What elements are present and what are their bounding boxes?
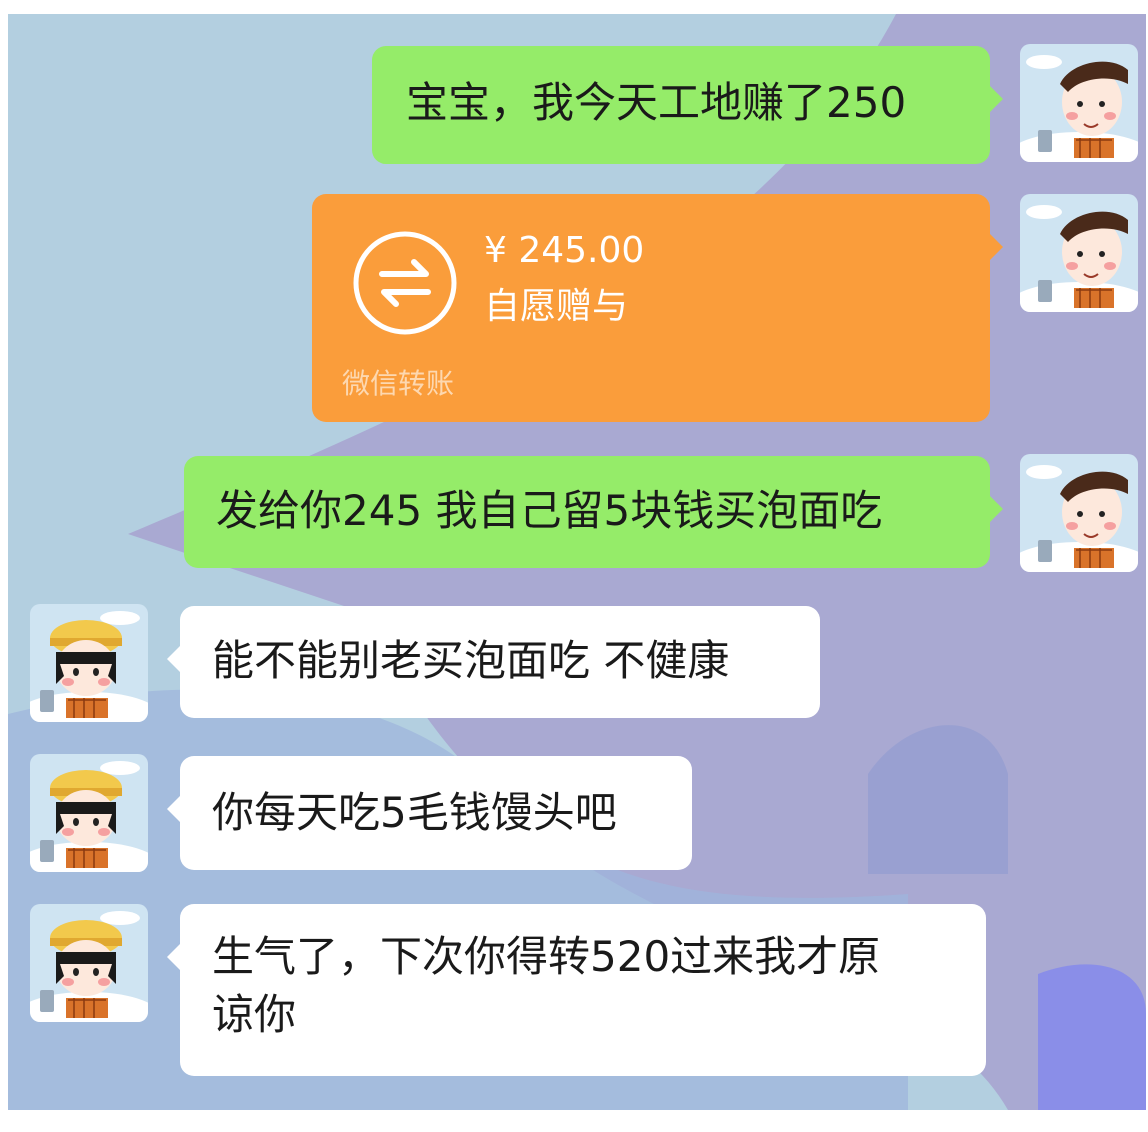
- received-message-bubble[interactable]: 你每天吃5毛钱馒头吧: [167, 756, 692, 870]
- girl-cartoon-avatar-icon: [30, 604, 148, 722]
- transfer-footer-label: 微信转账: [342, 367, 455, 400]
- boy-cartoon-avatar-icon: [1020, 194, 1138, 312]
- transfer-card[interactable]: ¥ 245.00 自愿赠与 微信转账: [312, 194, 1003, 422]
- receiver-avatar[interactable]: [30, 904, 148, 1022]
- receiver-avatar[interactable]: [30, 604, 148, 722]
- bubble-tail: [990, 86, 1003, 112]
- transfer-amount: ¥ 245.00: [484, 230, 645, 271]
- receiver-avatar[interactable]: [30, 754, 148, 872]
- bubble-tail: [990, 234, 1003, 260]
- boy-cartoon-avatar-icon: [1020, 44, 1138, 162]
- message-text: 发给你245 我自己留5块钱买泡面吃: [216, 486, 883, 535]
- received-message-bubble[interactable]: 生气了，下次你得转520过来我才原 谅你: [167, 904, 986, 1076]
- bubble-tail: [990, 496, 1003, 522]
- boy-cartoon-avatar-icon: [1020, 454, 1138, 572]
- sender-avatar[interactable]: [1020, 194, 1138, 312]
- message-text-line: 生气了，下次你得转520过来我才原: [212, 932, 881, 981]
- bubble-tail: [167, 796, 180, 822]
- transfer-arrows-icon: [353, 231, 457, 335]
- sender-avatar[interactable]: [1020, 44, 1138, 162]
- transfer-note: 自愿赠与: [484, 286, 629, 327]
- message-text: 你每天吃5毛钱馒头吧: [212, 788, 617, 837]
- chat-window: 宝宝，我今天工地赚了250 ¥ 245.00 自愿赠与 微信转账 发给你245 …: [8, 14, 1146, 1110]
- girl-cartoon-avatar-icon: [30, 754, 148, 872]
- message-text-line: 谅你: [212, 990, 297, 1039]
- sender-avatar[interactable]: [1020, 454, 1138, 572]
- bubble-tail: [167, 944, 180, 970]
- message-text: 宝宝，我今天工地赚了250: [406, 78, 907, 127]
- message-text: 能不能别老买泡面吃 不健康: [212, 636, 730, 685]
- sent-message-bubble[interactable]: 宝宝，我今天工地赚了250: [372, 46, 1003, 164]
- girl-cartoon-avatar-icon: [30, 904, 148, 1022]
- sent-message-bubble[interactable]: 发给你245 我自己留5块钱买泡面吃: [184, 456, 1003, 568]
- bubble-tail: [167, 646, 180, 672]
- received-message-bubble[interactable]: 能不能别老买泡面吃 不健康: [167, 606, 820, 718]
